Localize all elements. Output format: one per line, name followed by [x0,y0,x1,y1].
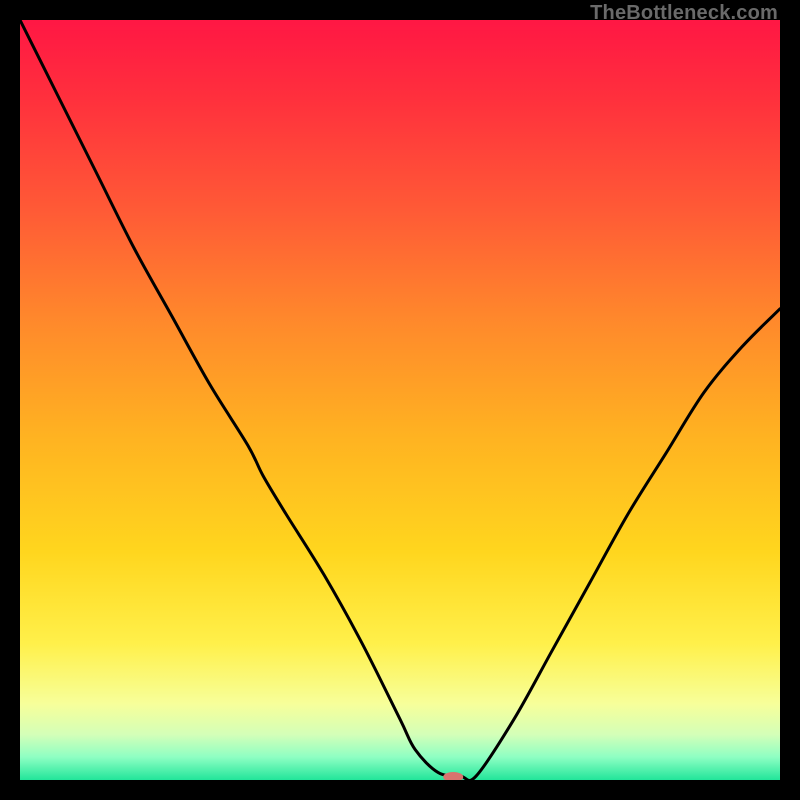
watermark-label: TheBottleneck.com [590,2,778,25]
chart-plot-area [20,20,780,780]
chart-background-gradient [20,20,780,780]
chart-svg [20,20,780,780]
chart-frame: TheBottleneck.com [0,0,800,800]
